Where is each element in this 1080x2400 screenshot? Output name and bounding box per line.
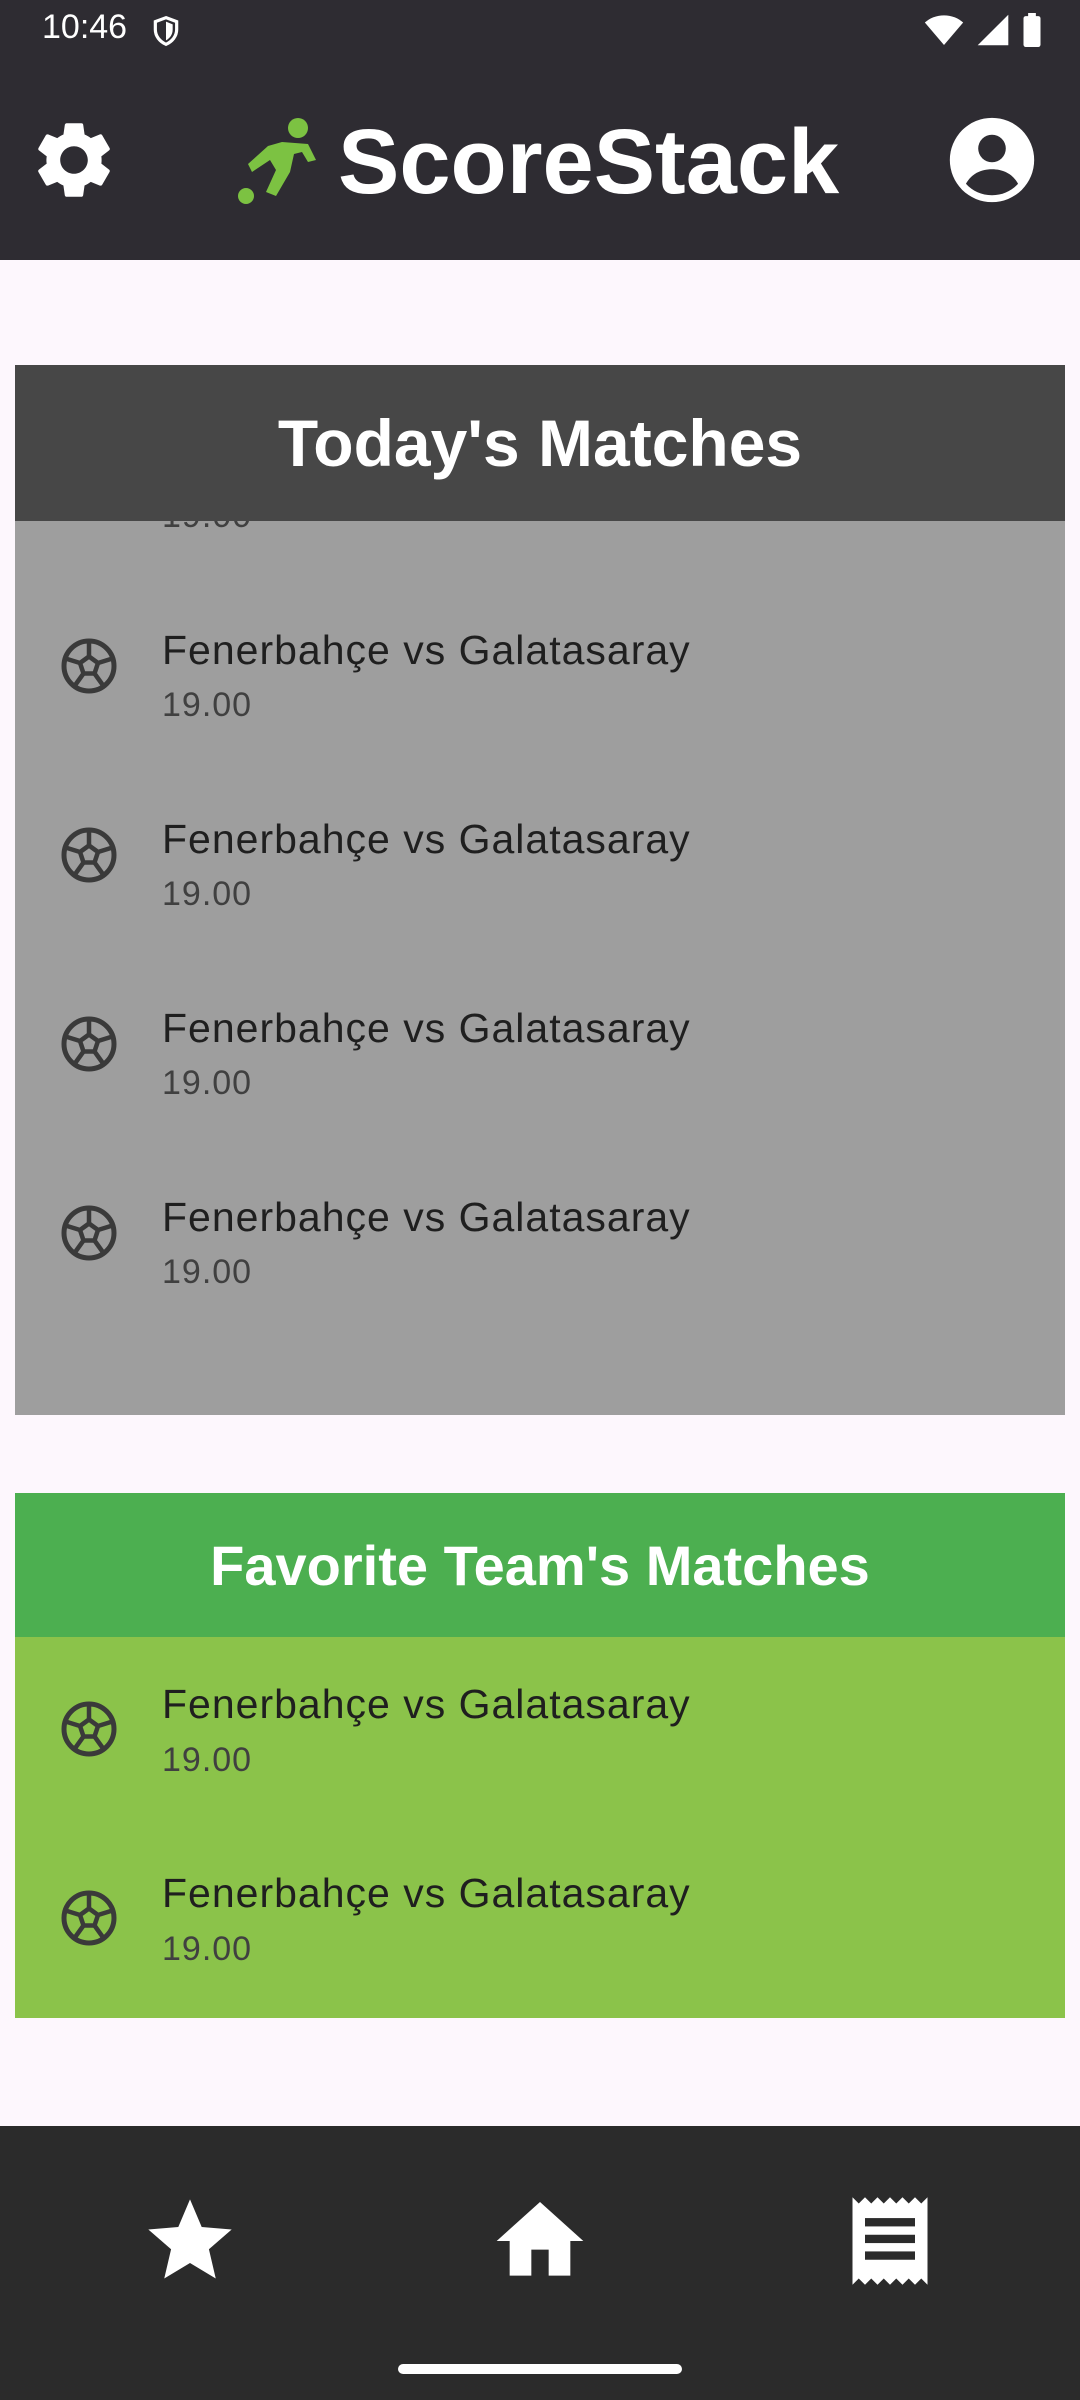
favorite-matches-header: Favorite Team's Matches <box>15 1493 1065 1637</box>
match-time: 19.00 <box>162 1741 253 1779</box>
status-bar: 10:46 <box>0 0 1080 62</box>
favorite-matches-card: Favorite Team's Matches Fenerbahçe vs Ga… <box>15 1493 1065 2018</box>
battery-icon <box>1022 13 1042 52</box>
favorite-matches-list[interactable]: Fenerbahçe vs Galatasaray 19.00 Fenerbahçe… <box>15 1637 1065 2015</box>
soccer-ball-icon <box>59 1203 119 1263</box>
todays-matches-list[interactable]: Fenerbahçe vs Galatasaray 19.00 Fenerbahçe… <box>15 521 1065 1415</box>
todays-matches-title: Today's Matches <box>277 406 803 480</box>
soccer-ball-icon <box>59 1699 119 1759</box>
todays-matches-header: Today's Matches <box>15 365 1065 521</box>
match-list-item[interactable]: Fenerbahçe vs Galatasaray 19.00 <box>15 763 1065 952</box>
match-title: Fenerbahçe vs Galatasaray <box>162 1005 691 1051</box>
match-list-item[interactable]: Fenerbahçe vs Galatasaray19.00 <box>15 521 1065 574</box>
wifi-icon <box>924 13 964 52</box>
app-bar: ScoreStack <box>0 62 1080 260</box>
gear-icon <box>38 123 110 197</box>
match-title: Fenerbahçe vs Galatasaray <box>162 1681 691 1727</box>
match-time: 19.00 <box>162 686 253 724</box>
receipt-icon <box>852 2197 928 2285</box>
soccer-ball-icon <box>59 636 119 696</box>
settings-button[interactable] <box>28 114 120 206</box>
match-list-item[interactable]: Fenerbahçe vs Galatasaray 19.00 <box>15 1141 1065 1330</box>
soccer-ball-icon <box>59 825 119 885</box>
match-title: Fenerbahçe vs Galatasaray <box>162 1870 691 1916</box>
match-time: 19.00 <box>162 1253 253 1291</box>
nav-matches-list-button[interactable] <box>835 2186 945 2296</box>
nav-favorites-button[interactable] <box>135 2186 245 2296</box>
shield-icon <box>150 14 182 53</box>
match-title: Fenerbahçe vs Galatasaray <box>162 627 691 673</box>
todays-matches-card: Today's Matches Fenerbahçe vs Galatasara… <box>15 365 1065 1415</box>
match-time: 19.00 <box>162 875 253 913</box>
match-list-item[interactable]: Fenerbahçe vs Galatasaray 19.00 <box>15 1637 1065 1826</box>
match-list-item[interactable]: Fenerbahçe vs Galatasaray 19.00 <box>15 574 1065 763</box>
app-title: ScoreStack <box>338 110 840 213</box>
signal-icon <box>976 13 1010 52</box>
match-time: 19.00 <box>162 1930 253 1968</box>
nav-home-button[interactable] <box>485 2186 595 2296</box>
gesture-handle[interactable] <box>398 2364 682 2374</box>
account-icon <box>949 117 1035 203</box>
favorite-matches-title: Favorite Team's Matches <box>210 1533 870 1597</box>
status-time: 10:46 <box>42 8 128 46</box>
soccer-ball-icon <box>59 1888 119 1948</box>
home-icon <box>496 2202 584 2276</box>
match-list-item[interactable]: Fenerbahçe vs Galatasaray 19.00 <box>15 1826 1065 2015</box>
soccer-player-logo <box>238 118 316 204</box>
match-list-item[interactable]: Fenerbahçe vs Galatasaray 19.00 <box>15 952 1065 1141</box>
match-time: 19.00 <box>162 521 252 536</box>
match-title: Fenerbahçe vs Galatasaray <box>162 1194 691 1240</box>
star-icon <box>148 2199 232 2279</box>
brand: ScoreStack <box>236 102 839 222</box>
profile-button[interactable] <box>946 114 1038 206</box>
soccer-ball-icon <box>59 1014 119 1074</box>
match-title: Fenerbahçe vs Galatasaray <box>162 816 691 862</box>
bottom-navigation <box>0 2126 1080 2400</box>
match-time: 19.00 <box>162 1064 253 1102</box>
